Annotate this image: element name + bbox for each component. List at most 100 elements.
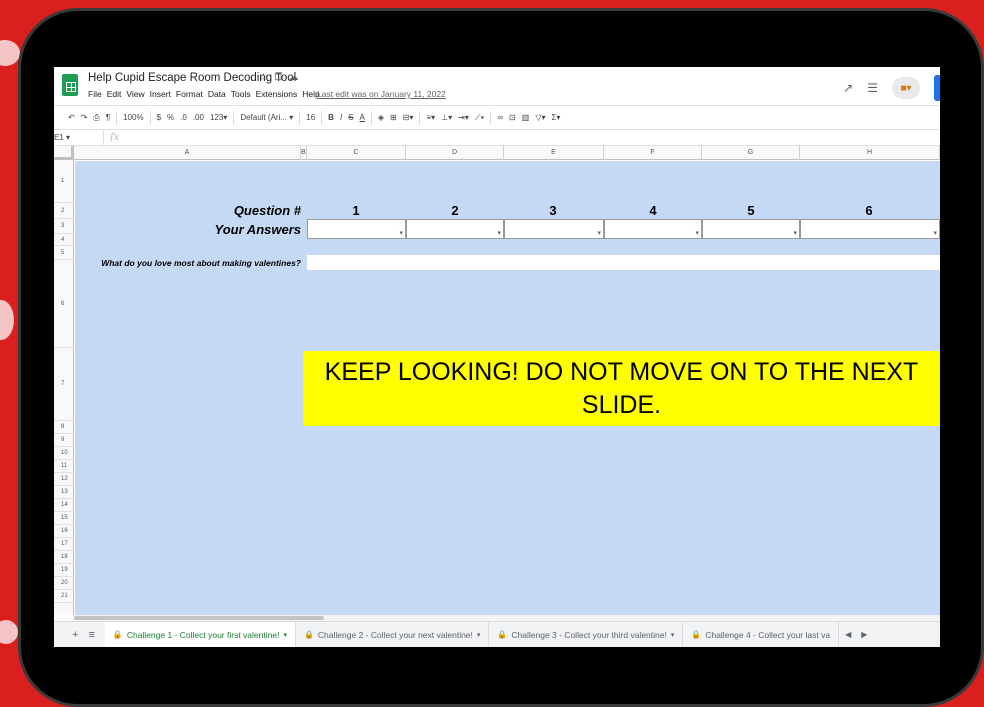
row-header[interactable]: 11 [54,460,74,473]
row-header[interactable]: 19 [54,564,74,577]
row-header[interactable]: 12 [54,473,74,486]
chevron-down-icon[interactable]: ▾ [477,631,481,639]
answer-dropdown[interactable] [504,219,604,239]
share-button[interactable] [934,75,940,101]
name-box[interactable]: E1 ▾ [54,130,104,145]
prompt-answer-cell[interactable] [307,255,940,270]
decrease-decimal-button[interactable]: .0 [180,113,187,122]
text-rotate-icon[interactable]: ⟋▾ [475,113,485,123]
bold-button[interactable]: B [328,113,334,122]
column-header[interactable]: D [406,146,504,160]
row-header[interactable]: 3 [54,219,74,234]
keep-looking-banner: KEEP LOOKING! DO NOT MOVE ON TO THE NEXT… [303,351,940,426]
row-header[interactable]: 21 [54,590,74,603]
row-header[interactable]: 16 [54,525,74,538]
row-header[interactable]: 6 [54,260,74,348]
functions-icon[interactable]: Σ▾ [551,113,560,122]
increase-decimal-button[interactable]: .00 [193,113,204,122]
row-header[interactable]: 17 [54,538,74,551]
star-icon[interactable]: ☆ [259,72,268,83]
scrollbar-thumb[interactable] [74,616,324,620]
zoom-select[interactable]: 100% [123,113,143,122]
horizontal-align-icon[interactable]: ≡▾ [426,113,435,122]
sheets-logo-icon[interactable] [62,74,78,96]
filter-icon[interactable]: ▽▾ [535,113,545,122]
scroll-left-icon[interactable]: ◀ [845,630,851,639]
undo-icon[interactable]: ↶ [68,113,75,122]
row-header[interactable]: 8 [54,421,74,434]
insert-chart-icon[interactable]: ▥ [522,113,530,122]
menu-insert[interactable]: Insert [150,89,171,99]
menu-format[interactable]: Format [176,89,203,99]
question-number-label: Question # [233,203,301,218]
row-header[interactable]: 4 [54,234,74,246]
lock-icon: 🔒 [691,630,702,639]
menu-extensions[interactable]: Extensions [256,89,298,99]
row-header[interactable]: 14 [54,499,74,512]
column-header[interactable]: G [702,146,800,160]
tab-label: Challenge 4 - Collect your last va [705,629,831,640]
menu-data[interactable]: Data [208,89,226,99]
print-icon[interactable]: ⎙ [93,113,99,123]
comments-icon[interactable]: ☰ [867,81,878,95]
font-size-select[interactable]: 16 [306,113,315,122]
row-header[interactable]: 20 [54,577,74,590]
row-header[interactable]: 13 [54,486,74,499]
more-formats-button[interactable]: 123▾ [210,113,227,122]
select-all-corner[interactable] [54,146,74,160]
row-header[interactable]: 15 [54,512,74,525]
column-header[interactable]: C [307,146,406,160]
currency-format-button[interactable]: $ [157,113,161,122]
answer-dropdown[interactable] [800,219,940,239]
paint-format-icon[interactable]: ¶ [106,113,110,122]
merge-cells-icon[interactable]: ⊟▾ [403,113,414,122]
column-header[interactable]: E [504,146,604,160]
tab-challenge-1[interactable]: 🔒 Challenge 1 - Collect your first valen… [104,621,296,647]
menu-tools[interactable]: Tools [231,89,251,99]
answer-dropdown[interactable] [307,219,406,239]
fill-color-icon[interactable]: ◈ [378,113,384,122]
cloud-status-icon[interactable]: ☁ [288,72,298,83]
strikethrough-button[interactable]: S [348,113,353,122]
move-folder-icon[interactable]: ⊡ [274,72,282,83]
vertical-align-icon[interactable]: ⊥▾ [441,113,452,122]
scroll-right-icon[interactable]: ▶ [861,630,867,639]
chevron-down-icon[interactable]: ▾ [283,631,287,639]
tab-challenge-4[interactable]: 🔒 Challenge 4 - Collect your last va [683,621,840,647]
text-wrap-icon[interactable]: ⇥▾ [458,113,469,122]
insert-comment-icon[interactable]: ⊡ [509,113,516,122]
row-header[interactable]: 2 [54,203,74,219]
font-select[interactable]: Default (Ari... ▾ [240,113,293,122]
tab-challenge-3[interactable]: 🔒 Challenge 3 - Collect your third valen… [489,621,684,647]
chevron-down-icon[interactable]: ▾ [671,631,675,639]
column-header[interactable]: A [74,146,301,160]
activity-dashboard-icon[interactable]: ↗ [843,81,853,95]
row-header[interactable]: 9 [54,434,74,447]
menu-edit[interactable]: Edit [107,89,122,99]
redo-icon[interactable]: ↷ [81,113,88,122]
column-header[interactable]: F [604,146,702,160]
tab-challenge-2[interactable]: 🔒 Challenge 2 - Collect your next valent… [296,621,490,647]
answer-dropdown[interactable] [702,219,800,239]
row-header[interactable]: 7 [54,348,74,421]
title-bar: Help Cupid Escape Room Decoding Tool ☆ ⊡… [54,67,940,105]
meet-icon[interactable]: ■▾ [892,77,920,99]
menu-file[interactable]: File [88,89,102,99]
row-header[interactable]: 10 [54,447,74,460]
borders-icon[interactable]: ⊞ [390,113,397,122]
text-color-button[interactable]: A [360,113,365,122]
row-header[interactable]: 18 [54,551,74,564]
all-sheets-icon[interactable]: ≡ [88,629,94,641]
answer-dropdown[interactable] [406,219,504,239]
answer-dropdown[interactable] [604,219,702,239]
italic-button[interactable]: I [340,113,342,122]
row-header[interactable]: 5 [54,246,74,260]
last-edit-link[interactable]: Last edit was on January 11, 2022 [317,89,446,99]
add-sheet-icon[interactable]: + [72,629,78,641]
column-header[interactable]: H [800,146,940,160]
row-header[interactable]: 1 [54,160,74,203]
percent-format-button[interactable]: % [167,113,174,122]
menu-view[interactable]: View [126,89,144,99]
row-headers: 1 2 3 4 5 6 7 8 9 10 11 12 13 14 15 16 1… [54,160,74,615]
insert-link-icon[interactable]: ∞ [497,113,503,122]
